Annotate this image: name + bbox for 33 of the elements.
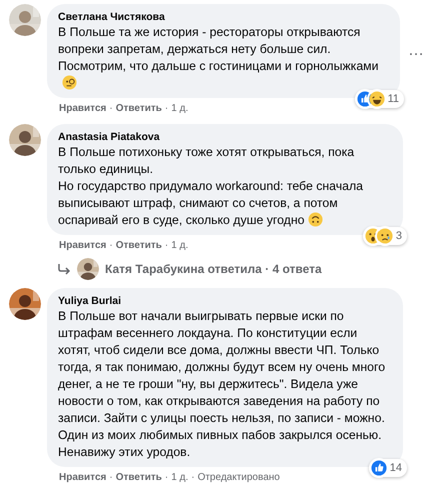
- separator-dot: ·: [164, 102, 168, 116]
- separator-dot: ·: [164, 239, 168, 253]
- author-name[interactable]: Yuliya Burlai: [58, 294, 391, 308]
- more-options-button[interactable]: …: [408, 43, 424, 59]
- comment-text: В Польше потихоньку тоже хотят открываться, пока только единицы.: [58, 144, 356, 178]
- like-link[interactable]: Нравится: [59, 102, 106, 116]
- separator-dot: ·: [109, 239, 113, 253]
- timestamp[interactable]: 1 д.: [171, 471, 188, 485]
- reaction-count-badge[interactable]: 11: [354, 90, 404, 108]
- like-link[interactable]: Нравится: [59, 471, 106, 485]
- separator-dot: ·: [191, 471, 195, 485]
- author-name[interactable]: Светлана Чистякова: [58, 10, 388, 24]
- timestamp[interactable]: 1 д.: [171, 239, 188, 253]
- reaction-count: 3: [396, 229, 402, 243]
- reaction-count-badge[interactable]: 3: [362, 227, 407, 245]
- reply-link[interactable]: Ответить: [116, 471, 162, 485]
- comment-text: В Польше та же история - рестораторы открываются вопреки запретам, держаться нету больше сил. Посмотрим, что дальше с гостиницами и горнолыжками: [58, 24, 388, 92]
- reaction-count: 11: [388, 92, 399, 106]
- reaction-count-badge[interactable]: 14: [368, 459, 407, 477]
- separator-dot: ·: [109, 102, 113, 116]
- separator-dot: ·: [109, 471, 113, 485]
- author-name[interactable]: Anastasia Piatakova: [58, 130, 391, 144]
- reply-link[interactable]: Ответить: [116, 239, 162, 253]
- separator-dot: ·: [164, 471, 168, 485]
- like-link[interactable]: Нравится: [59, 239, 106, 253]
- reply-arrow-icon: [57, 263, 71, 275]
- reaction-count: 14: [390, 461, 402, 475]
- view-replies-link[interactable]: Катя Тарабукина ответила · 4 ответа: [105, 259, 322, 279]
- edited-label: Отредактировано: [198, 471, 280, 485]
- comment-text: Но государство придумало workaround: тебе сначала выписывают штраф, снимают со счетов, а потом оспаривай его в суде, сколько душе угодно: [58, 178, 364, 229]
- comment-text: В Польше вот начали выигрывать первые иски по штрафам весеннего локдауна. По конституции если хотят, чтоб сидели все дома, должны ввести ЧП. Только тогда, я так понимаю, должны будут всем ну очень много денег, а не те гроши "ну, вы держитесь". Видела уже новости о том, как открываются заведения на работу по записи. Зайти с улицы поесть нельзя, по записи - можно. Один из моих любимых пивных пабов закрылся осенью. Ненавижу этих уродов.: [58, 308, 386, 461]
- reply-link[interactable]: Ответить: [116, 102, 162, 116]
- timestamp[interactable]: 1 д.: [171, 102, 188, 116]
